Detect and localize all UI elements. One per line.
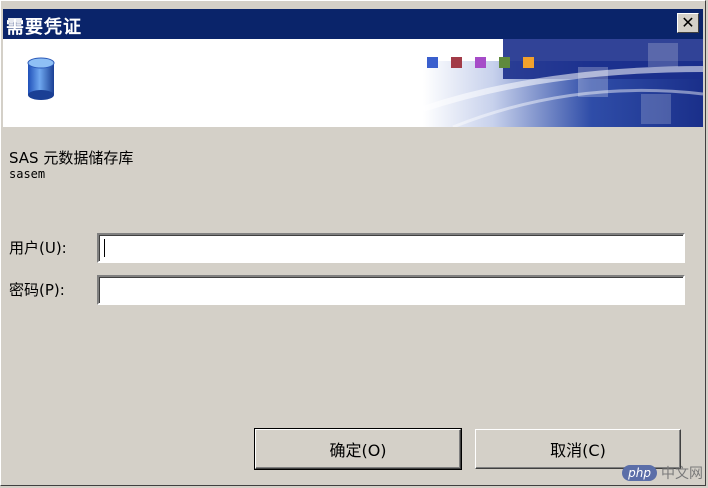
- user-input[interactable]: [99, 235, 683, 261]
- php-logo: php: [622, 465, 657, 481]
- banner-square: [523, 57, 534, 68]
- watermark-text: 中文网: [661, 466, 703, 482]
- banner-square: [451, 57, 462, 68]
- close-icon: ✕: [681, 13, 695, 32]
- user-label: 用户(U):: [9, 239, 67, 257]
- text-caret: [104, 239, 105, 257]
- banner-square: [475, 57, 486, 68]
- banner-artwork: [423, 39, 703, 127]
- password-field-frame[interactable]: [97, 275, 685, 305]
- header-banner: [3, 39, 703, 127]
- server-name: sasem: [9, 167, 46, 181]
- site-watermark: php 中文网: [622, 463, 703, 483]
- ok-button[interactable]: 确定(O): [254, 428, 462, 470]
- title-bar[interactable]: 需要凭证 ✕: [3, 9, 703, 39]
- user-field-frame[interactable]: [97, 233, 685, 263]
- password-input[interactable]: [99, 277, 683, 303]
- banner-square: [427, 57, 438, 68]
- close-button[interactable]: ✕: [677, 13, 699, 33]
- database-cylinder-icon: [27, 57, 55, 100]
- repository-name: SAS 元数据储存库: [9, 149, 134, 167]
- banner-square: [499, 57, 510, 68]
- password-label: 密码(P):: [9, 281, 65, 299]
- credentials-dialog: 需要凭证 ✕ SAS 元数据储存库 sasem 用户(U): 密码(P): 确定…: [0, 0, 706, 486]
- window-title: 需要凭证: [6, 17, 82, 38]
